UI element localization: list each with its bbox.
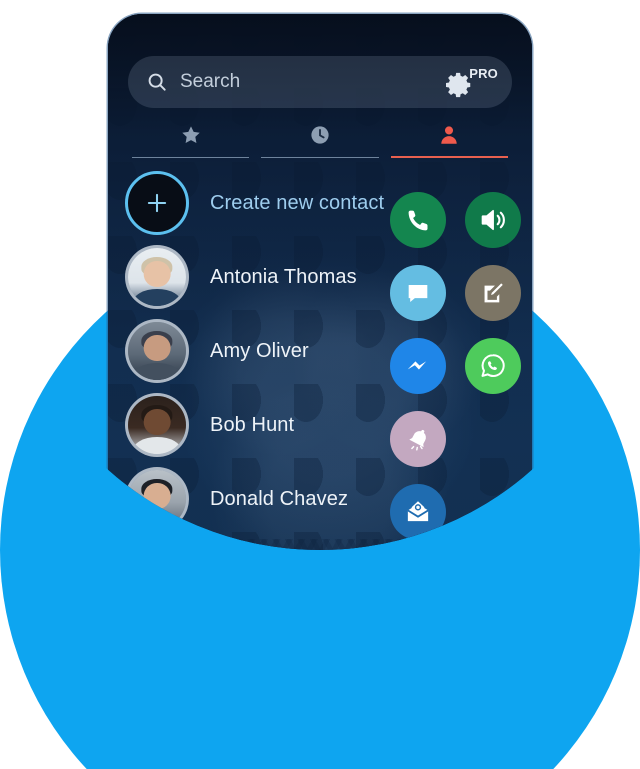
whatsapp-button[interactable]	[465, 338, 521, 394]
clock-icon	[309, 124, 331, 146]
sms-button[interactable]	[390, 265, 446, 321]
avatar	[125, 393, 189, 457]
person-icon	[438, 124, 460, 146]
tab-recents[interactable]	[261, 118, 379, 164]
search-icon	[146, 71, 168, 93]
list-item-label: Amy Oliver	[210, 339, 309, 362]
tab-contacts[interactable]	[390, 118, 508, 164]
tab-favorites[interactable]	[132, 118, 250, 164]
search-input[interactable]	[180, 71, 444, 93]
star-icon	[180, 124, 202, 146]
speaker-button[interactable]	[465, 192, 521, 248]
search-bar[interactable]: PRO	[128, 56, 512, 108]
list-item-label: Donald Chavez	[210, 487, 349, 510]
avatar	[125, 319, 189, 383]
note-button[interactable]	[465, 265, 521, 321]
list-item-contact[interactable]: Bob Hunt	[108, 388, 532, 462]
plus-icon[interactable]	[125, 171, 189, 235]
screenshot-stage: PRO	[0, 0, 640, 769]
tab-bar	[126, 118, 514, 164]
tab-underline	[132, 156, 250, 158]
list-item-label: Bob Hunt	[210, 413, 295, 436]
list-item-label: Create new contact	[210, 191, 385, 214]
reminder-button[interactable]	[390, 411, 446, 467]
messenger-button[interactable]	[390, 338, 446, 394]
tab-underline	[390, 156, 508, 158]
top-bar: PRO	[108, 14, 532, 118]
call-button[interactable]	[390, 192, 446, 248]
avatar	[125, 245, 189, 309]
tab-underline	[261, 156, 379, 158]
list-item-label: Antonia Thomas	[210, 265, 357, 288]
pro-badge: PRO	[469, 66, 498, 81]
settings-pro-control[interactable]: PRO	[444, 62, 498, 102]
